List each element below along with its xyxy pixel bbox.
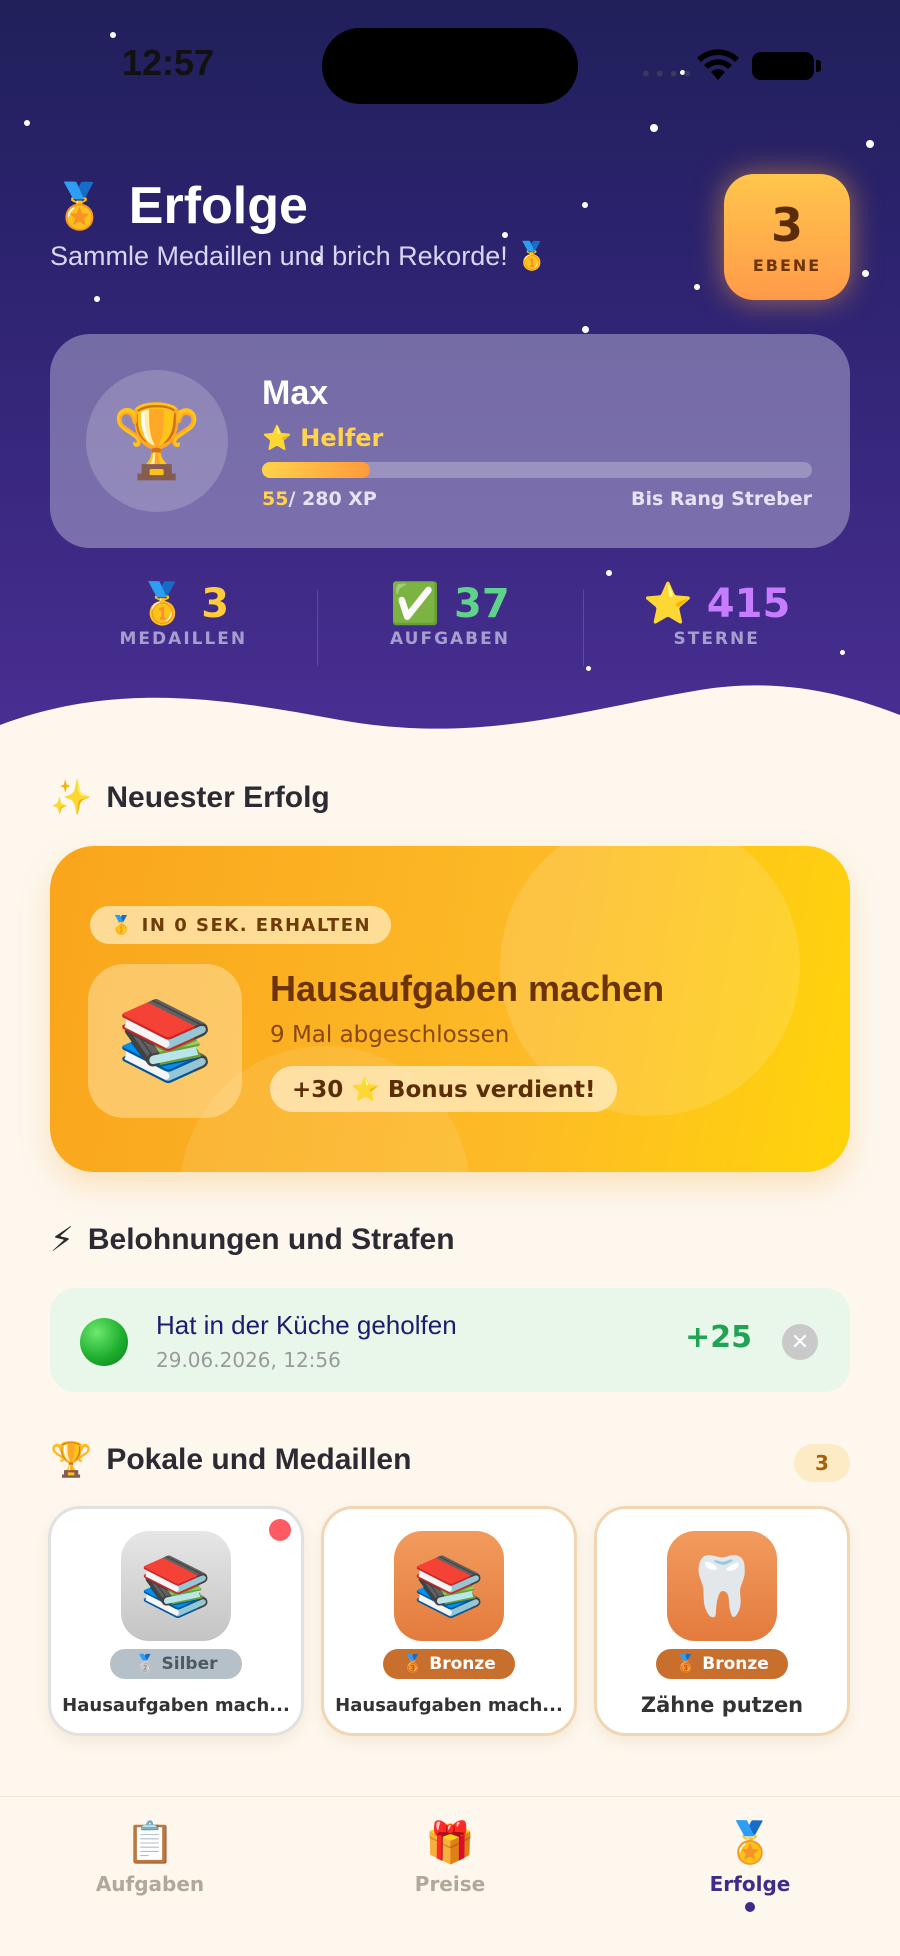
green-circle-icon	[80, 1318, 128, 1366]
medal-ribbon-icon: 🏅	[725, 1820, 775, 1866]
medal-card[interactable]: 🦷 🥉 Bronze Zähne putzen	[594, 1506, 850, 1736]
medal-name: Hausaufgaben mach...	[335, 1695, 563, 1716]
tab-preise-label: Preise	[414, 1872, 486, 1896]
trophy-icon: 🏆	[50, 1440, 93, 1480]
tab-preise[interactable]: 🎁 Preise	[340, 1819, 560, 1896]
xp-current: 55	[262, 488, 289, 510]
active-tab-indicator	[745, 1902, 755, 1912]
sky-star	[862, 270, 869, 277]
trophy-icon: 🏆	[86, 370, 228, 512]
sky-star	[582, 326, 589, 333]
stats-row: 🥇 3 MEDAILLEN ✅ 37 AUFGABEN ⭐ 415 STERNE	[50, 580, 850, 670]
medal-card[interactable]: 📚 🥈 Silber Hausaufgaben mach...	[48, 1506, 304, 1736]
medal-tier-badge: 🥈 Silber	[110, 1649, 242, 1679]
stat-tasks-value: ✅ 37	[390, 581, 510, 627]
latest-achievement-count: 9 Mal abgeschlossen	[270, 1022, 510, 1048]
cellular-signal-icon: ••••	[640, 62, 696, 86]
books-icon: 📚	[121, 1531, 231, 1641]
delete-event-button[interactable]: ✕	[782, 1324, 818, 1360]
stat-stars-value: ⭐ 415	[643, 581, 791, 627]
stat-medals-label: MEDAILLEN	[119, 629, 248, 649]
battery-tip	[816, 60, 821, 72]
lightning-icon: ⚡	[50, 1220, 74, 1260]
stat-medals[interactable]: 🥇 3 MEDAILLEN	[50, 580, 317, 670]
page-subtitle: Sammle Medaillen und brich Rekorde! 🥇	[50, 241, 549, 271]
latest-bonus-pill: +30 ⭐ Bonus verdient!	[270, 1066, 618, 1112]
level-badge[interactable]: 3 EBENE	[724, 174, 850, 300]
latest-achievement-card[interactable]: 🥇 IN 0 SEK. ERHALTEN 📚 Hausaufgaben mach…	[50, 846, 850, 1172]
tab-erfolge[interactable]: 🏅 Erfolge	[640, 1819, 860, 1912]
hero-wave	[0, 685, 900, 760]
latest-achievement-name: Hausaufgaben machen	[270, 968, 665, 1009]
wifi-icon	[697, 49, 739, 80]
status-time: 12:57	[122, 42, 215, 83]
profile-name: Max	[262, 374, 329, 412]
books-icon: 📚	[88, 964, 242, 1118]
reward-event-row[interactable]: Hat in der Küche geholfen 29.06.2026, 12…	[50, 1288, 850, 1392]
medal-tier-badge: 🥉 Bronze	[656, 1649, 788, 1679]
section-rewards-title: Belohnungen und Strafen	[87, 1223, 455, 1256]
trophies-count-badge: 3	[794, 1444, 850, 1482]
tab-erfolge-label: Erfolge	[709, 1872, 791, 1896]
sky-star	[694, 284, 700, 290]
tab-aufgaben[interactable]: 📋 Aufgaben	[40, 1819, 260, 1896]
star-icon: ⭐	[643, 581, 693, 627]
medals-list: 📚 🥈 Silber Hausaufgaben mach... 📚 🥉 Bron…	[48, 1506, 852, 1736]
medal-name: Zähne putzen	[640, 1693, 804, 1717]
section-trophies-header: 🏆 Pokale und Medaillen	[50, 1440, 411, 1480]
books-icon: 📚	[394, 1531, 504, 1641]
medal-icon: 🥇	[137, 581, 188, 627]
reward-event-title: Hat in der Küche geholfen	[156, 1310, 457, 1340]
stat-stars-label: STERNE	[673, 629, 760, 649]
clipboard-icon: 📋	[125, 1820, 175, 1866]
medal-ribbon-icon: 🏅	[52, 181, 107, 232]
stat-tasks[interactable]: ✅ 37 AUFGABEN	[316, 580, 584, 670]
sky-star	[94, 296, 100, 302]
section-rewards-header: ⚡ Belohnungen und Strafen	[50, 1220, 455, 1260]
xp-total: / 280 XP	[288, 488, 377, 510]
battery-icon	[752, 52, 814, 80]
sky-star	[866, 140, 874, 148]
profile-card[interactable]: 🏆 Max ⭐ Helfer 55/ 280 XP Bis Rang Streb…	[50, 334, 850, 548]
xp-progress-fill	[262, 462, 370, 478]
new-indicator-dot	[269, 1519, 291, 1541]
sky-star	[502, 232, 508, 238]
section-latest-title: Neuester Erfolg	[106, 781, 330, 814]
sky-star	[582, 202, 588, 208]
sparkles-icon: ✨	[50, 778, 93, 818]
tooth-icon: 🦷	[667, 1531, 777, 1641]
level-label: EBENE	[752, 256, 822, 275]
section-trophies-title: Pokale und Medaillen	[106, 1443, 412, 1476]
section-latest-header: ✨ Neuester Erfolg	[50, 778, 330, 818]
xp-readout: 55/ 280 XP	[262, 488, 377, 510]
medal-card[interactable]: 📚 🥉 Bronze Hausaufgaben mach...	[321, 1506, 577, 1736]
sky-star	[606, 570, 612, 576]
medal-name: Hausaufgaben mach...	[62, 1695, 290, 1716]
xp-progress-bar	[262, 462, 812, 478]
medal-tier-badge: 🥉 Bronze	[383, 1649, 515, 1679]
status-bar: 12:57 ••••	[0, 0, 900, 130]
bottom-tab-bar: 📋 Aufgaben 🎁 Preise 🏅 Erfolge	[0, 1796, 900, 1956]
profile-rank: ⭐ Helfer	[262, 424, 384, 452]
tab-aufgaben-label: Aufgaben	[95, 1872, 205, 1896]
page-title: Erfolge	[128, 177, 308, 235]
latest-time-pill: 🥇 IN 0 SEK. ERHALTEN	[90, 906, 392, 944]
reward-event-points: +25	[685, 1320, 752, 1355]
dynamic-island	[322, 28, 578, 104]
stat-medals-value: 🥇 3	[137, 581, 230, 627]
level-number: 3	[770, 198, 803, 252]
checkmark-icon: ✅	[390, 581, 441, 627]
page-title-row: 🏅 Erfolge	[52, 176, 308, 236]
reward-event-date: 29.06.2026, 12:56	[156, 1348, 341, 1372]
stat-stars[interactable]: ⭐ 415 STERNE	[583, 580, 850, 670]
next-rank-label: Bis Rang Streber	[631, 488, 812, 510]
gift-icon: 🎁	[425, 1820, 475, 1866]
stat-tasks-label: AUFGABEN	[390, 629, 510, 649]
